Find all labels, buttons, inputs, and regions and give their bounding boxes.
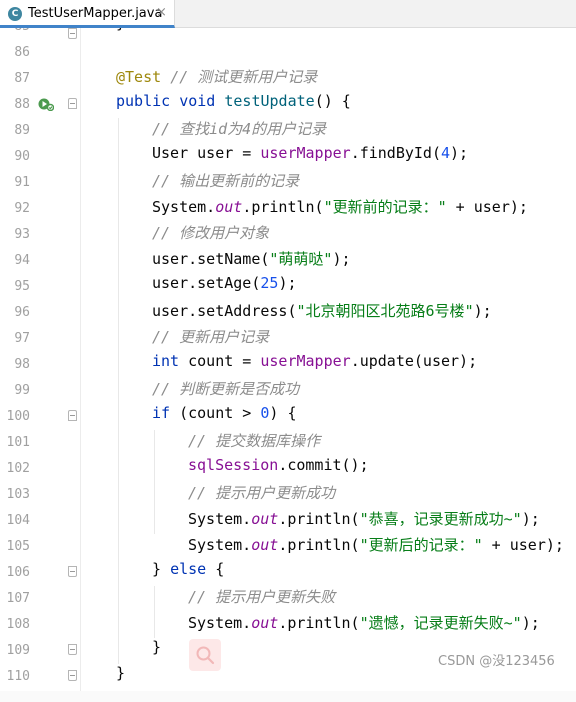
code-line-106: } else {	[152, 560, 225, 578]
code-line-99: // 判断更新是否成功	[152, 380, 300, 398]
code-line-94: user.setName("萌萌哒");	[152, 250, 351, 268]
line-number: 107	[6, 591, 30, 606]
line-number: 109	[6, 643, 30, 658]
line-number: 94	[14, 253, 30, 268]
code-line-92: System.out.println("更新前的记录：" + user);	[152, 198, 528, 216]
line-number: 96	[14, 305, 30, 320]
code-line-88: public void testUpdate() {	[116, 92, 351, 110]
line-number-gutter: 85 86 87 88 89 90 91 92 93 94 95 96 97 98 99 100 101 102…	[0, 28, 80, 702]
indent-guide	[154, 430, 155, 534]
line-number: 86	[14, 45, 30, 60]
line-number: 92	[14, 201, 30, 216]
code-line-97: // 更新用户记录	[152, 328, 270, 346]
code-line-98: int count = userMapper.update(user);	[152, 352, 478, 370]
line-number: 98	[14, 357, 30, 372]
search-float-button[interactable]	[189, 639, 221, 671]
indent-guide	[118, 118, 119, 664]
fold-end-icon[interactable]	[68, 566, 77, 577]
fold-start-icon[interactable]	[68, 98, 77, 109]
code-line-90: User user = userMapper.findById(4);	[152, 144, 469, 162]
line-number: 104	[6, 513, 30, 528]
search-icon	[196, 646, 215, 665]
code-line-104: System.out.println("恭喜，记录更新成功~");	[188, 510, 540, 528]
fold-start-icon[interactable]	[68, 410, 77, 421]
line-number: 88	[14, 97, 30, 112]
code-line-89: // 查找id为4的用户记录	[152, 120, 327, 138]
line-number: 100	[6, 409, 30, 424]
line-number: 89	[14, 123, 30, 138]
line-number: 106	[6, 565, 30, 580]
line-number: 103	[6, 487, 30, 502]
line-number: 93	[14, 227, 30, 242]
csdn-watermark: CSDN @没123456	[438, 654, 555, 669]
line-number: 87	[14, 71, 30, 86]
fold-end-icon[interactable]	[68, 28, 77, 39]
run-test-icon[interactable]	[38, 97, 54, 111]
code-line-102: sqlSession.commit();	[188, 456, 369, 474]
code-line-87: @Test // 测试更新用户记录	[116, 68, 318, 86]
code-line-108: System.out.println("遗憾，记录更新失败~");	[188, 614, 540, 632]
fold-end-icon[interactable]	[68, 670, 77, 681]
code-line-110: }	[116, 664, 126, 682]
code-line-96: user.setAddress("北京朝阳区北苑路6号楼");	[152, 302, 492, 320]
close-icon[interactable]: ×	[156, 5, 167, 20]
line-number: 108	[6, 617, 30, 632]
line-number: 105	[6, 539, 30, 554]
code-line-100: if (count > 0) {	[152, 404, 297, 422]
code-line-101: // 提交数据库操作	[188, 432, 321, 450]
line-number: 101	[6, 435, 30, 450]
fold-end-icon[interactable]	[68, 644, 77, 655]
editor-tab-bar: C TestUserMapper.java ×	[0, 0, 576, 28]
indent-guide	[154, 586, 155, 638]
code-line-109: }	[152, 638, 162, 656]
line-number: 97	[14, 331, 30, 346]
code-line-105: System.out.println("更新后的记录：" + user);	[188, 536, 564, 554]
code-editor[interactable]: 85 86 87 88 89 90 91 92 93 94 95 96 97 98 99 100 101 102…	[0, 28, 576, 702]
line-number: 99	[14, 383, 30, 398]
code-line: }	[116, 28, 125, 40]
code-line-95: user.setAge(25);	[152, 274, 297, 292]
code-line-93: // 修改用户对象	[152, 224, 270, 242]
line-number: 91	[14, 175, 30, 190]
java-class-icon: C	[8, 7, 22, 21]
line-number: 102	[6, 461, 30, 476]
line-number: 110	[6, 669, 30, 684]
gutter-separator	[80, 28, 81, 702]
tab-testusermapper[interactable]: C TestUserMapper.java ×	[0, 0, 175, 28]
tab-title: TestUserMapper.java	[28, 6, 163, 21]
line-number: 90	[14, 149, 30, 164]
code-line-107: // 提示用户更新失败	[188, 588, 336, 606]
code-line-103: // 提示用户更新成功	[188, 484, 336, 502]
line-number: 85	[0, 28, 30, 40]
partial-line-111	[0, 691, 576, 702]
line-number: 95	[14, 279, 30, 294]
code-line-91: // 输出更新前的记录	[152, 172, 300, 190]
